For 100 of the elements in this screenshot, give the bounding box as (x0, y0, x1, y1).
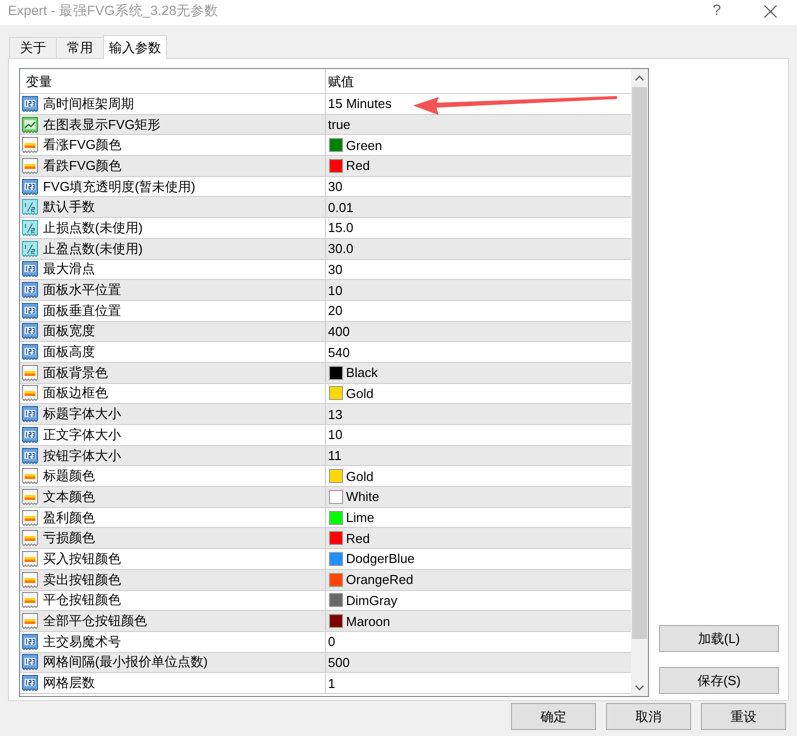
parameter-name: 按钮字体大小 (43, 446, 121, 465)
fraction-icon (22, 240, 38, 257)
parameter-value: 400 (328, 324, 350, 339)
parameter-row[interactable]: 标题字体大小 13 (20, 404, 631, 425)
parameter-value: Green (346, 138, 382, 153)
color-bar-icon (22, 592, 38, 608)
help-button[interactable]: ? (710, 3, 723, 19)
parameter-name: 盈利颜色 (43, 508, 95, 527)
parameter-row[interactable]: 看跌FVG颜色 Red (20, 156, 631, 177)
parameter-value: 0 (328, 634, 336, 650)
parameter-value: 30 (328, 262, 342, 277)
parameter-value: Maroon (346, 614, 390, 629)
parameter-row[interactable]: 止损点数(未使用) 15.0 (20, 218, 631, 239)
color-bar-icon (22, 385, 38, 402)
parameter-row[interactable]: 全部平仓按钮颜色 Maroon (20, 611, 631, 632)
parameter-row[interactable]: 亏损颜色 Red (20, 528, 631, 550)
parameter-value: DodgerBlue (346, 551, 415, 566)
parameter-name: 面板边框色 (43, 384, 108, 402)
parameter-row[interactable]: 面板背景色 Black (20, 362, 631, 384)
parameter-name: 看涨FVG颜色 (43, 136, 122, 154)
parameter-value: 30.0 (328, 241, 354, 256)
number-icon (22, 634, 38, 650)
parameter-row[interactable]: 网格间隔(最小报价单位点数) 500 (20, 652, 631, 674)
parameter-row[interactable]: 按钮字体大小 11 (20, 446, 631, 466)
parameter-value: 500 (328, 654, 350, 670)
cancel-button[interactable]: 取消 (606, 703, 691, 730)
parameter-value: Black (346, 365, 378, 380)
parameter-name: 高时间框架周期 (43, 94, 134, 113)
tab[interactable]: 关于 (9, 37, 57, 58)
number-icon (22, 178, 38, 195)
parameter-row[interactable]: 正文字体大小 10 (20, 425, 631, 446)
parameter-name: 止盈点数(未使用) (43, 240, 143, 258)
parameter-value: Red (346, 530, 370, 546)
number-icon (22, 261, 38, 278)
parameter-value: 15.0 (328, 220, 354, 236)
parameter-name: 文本颜色 (43, 488, 95, 506)
parameter-name: 卖出按钮颜色 (43, 570, 121, 589)
parameter-row[interactable]: 面板边框色 Gold (20, 384, 631, 404)
color-bar-icon (22, 550, 38, 567)
parameter-row[interactable]: 平仓按钮颜色 DimGray (20, 590, 631, 612)
parameter-value: 10 (328, 427, 342, 442)
parameter-row[interactable]: FVG填充透明度(暂未使用) 30 (20, 176, 631, 198)
column-header: 变量 (25, 73, 53, 91)
scrollbar-thumb[interactable] (632, 87, 647, 639)
tab[interactable]: 输入参数 (103, 35, 167, 59)
parameter-value: 1 (328, 676, 336, 691)
chart-line-icon (22, 116, 38, 133)
parameter-row[interactable]: 文本颜色 White (20, 487, 631, 508)
chevron-down-icon (635, 684, 644, 690)
number-icon (22, 654, 38, 670)
parameter-name: 默认手数 (43, 198, 95, 216)
parameter-name: 网格间隔(最小报价单位点数) (43, 653, 208, 672)
parameter-value: OrangeRed (346, 572, 414, 588)
parameter-name: 主交易魔术号 (43, 632, 121, 651)
color-bar-icon (22, 488, 38, 505)
parameter-name: 正文字体大小 (43, 426, 121, 444)
parameter-value: true (328, 117, 350, 132)
parameter-row[interactable]: 止盈点数(未使用) 30.0 (20, 238, 631, 260)
parameter-value: Red (346, 158, 370, 174)
parameter-row[interactable]: 标题颜色 Gold (20, 466, 631, 488)
parameter-value: Gold (346, 386, 374, 401)
parameter-row[interactable]: 买入按钮颜色 DodgerBlue (20, 549, 631, 570)
number-icon (22, 302, 38, 319)
parameter-row[interactable]: 面板高度 540 (20, 342, 631, 363)
number-icon (22, 96, 38, 112)
ok-button[interactable]: 确定 (511, 703, 596, 730)
parameter-value: DimGray (346, 592, 398, 608)
parameter-row[interactable]: 面板垂直位置 20 (20, 300, 631, 322)
color-bar-icon (22, 530, 38, 546)
number-icon (22, 448, 38, 464)
parameter-name: 面板水平位置 (43, 281, 121, 300)
parameter-row[interactable]: 面板水平位置 10 (20, 280, 631, 301)
close-icon (764, 4, 777, 18)
parameter-row[interactable]: 面板宽度 400 (20, 322, 631, 342)
parameter-row[interactable]: 在图表显示FVG矩形 true (20, 114, 631, 136)
parameter-name: 标题颜色 (43, 467, 95, 486)
parameter-row[interactable]: 卖出按钮颜色 OrangeRed (20, 570, 631, 590)
parameter-value: 15 Minutes (328, 96, 392, 112)
parameter-value: 13 (328, 406, 342, 422)
scrollbar-track[interactable] (631, 69, 648, 696)
close-button[interactable] (763, 4, 778, 18)
parameter-row[interactable]: 网格层数 1 (20, 673, 631, 694)
parameter-name: 面板宽度 (43, 322, 95, 340)
parameter-row[interactable]: 看涨FVG颜色 Green (20, 135, 631, 156)
parameter-row[interactable]: 默认手数 0.01 (20, 197, 631, 218)
load-button[interactable]: 加载(L) (659, 625, 779, 652)
parameter-name: 亏损颜色 (43, 529, 95, 548)
save-button[interactable]: 保存(S) (659, 667, 779, 694)
color-bar-icon (22, 572, 38, 588)
fraction-icon (22, 199, 38, 216)
parameter-value: 11 (328, 448, 342, 464)
parameter-row[interactable]: 高时间框架周期 15 Minutes (20, 94, 631, 115)
parameter-row[interactable]: 最大滑点 30 (20, 260, 631, 280)
number-icon (22, 406, 38, 422)
parameter-name: 买入按钮颜色 (43, 550, 121, 568)
parameter-name: 在图表显示FVG矩形 (43, 116, 161, 134)
parameter-row[interactable]: 盈利颜色 Lime (20, 508, 631, 528)
parameter-value: Lime (346, 510, 374, 526)
reset-button[interactable]: 重设 (701, 703, 786, 730)
parameter-row[interactable]: 主交易魔术号 0 (20, 632, 631, 653)
